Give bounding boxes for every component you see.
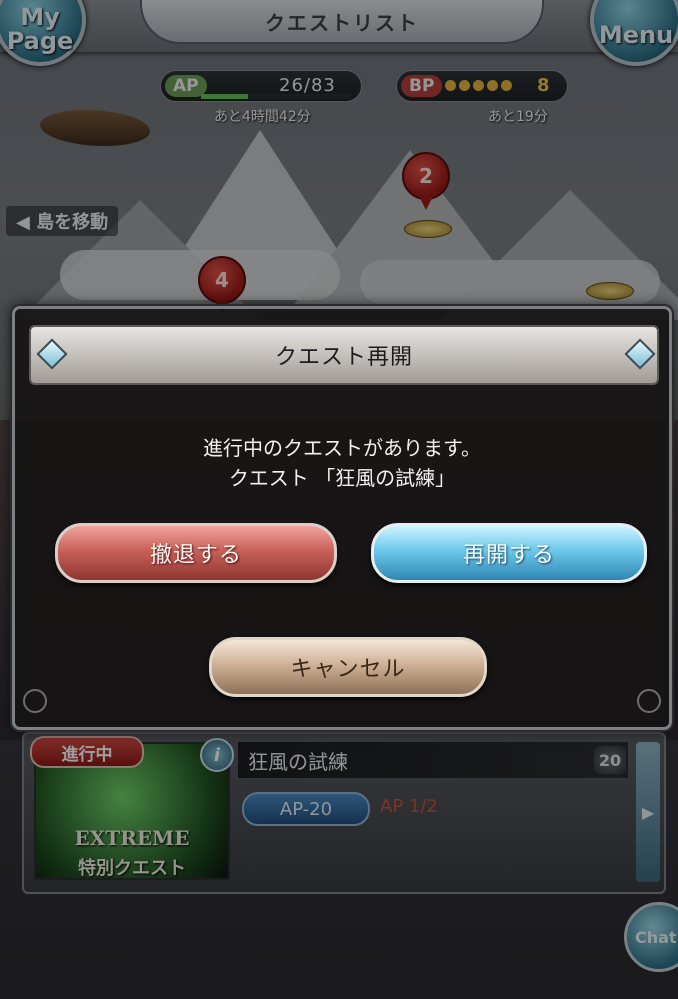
dialog-message: 進行中のクエストがあります。 クエスト 「狂風の試練」 <box>15 433 669 493</box>
resume-quest-dialog: クエスト再開 進行中のクエストがあります。 クエスト 「狂風の試練」 撤退する … <box>12 306 672 730</box>
message-line: 進行中のクエストがあります。 <box>203 436 481 460</box>
resume-button[interactable]: 再開する <box>371 523 647 583</box>
cancel-label: キャンセル <box>290 657 406 682</box>
dialog-title-bar: クエスト再開 <box>29 325 659 385</box>
resume-label: 再開する <box>462 543 555 568</box>
retreat-label: 撤退する <box>149 543 242 568</box>
dialog-title: クエスト再開 <box>274 345 413 370</box>
corner-ornament-icon <box>23 689 47 713</box>
corner-ornament-icon <box>637 689 661 713</box>
retreat-button[interactable]: 撤退する <box>55 523 337 583</box>
message-line: クエスト 「狂風の試練」 <box>228 466 456 490</box>
cancel-button[interactable]: キャンセル <box>209 637 487 697</box>
